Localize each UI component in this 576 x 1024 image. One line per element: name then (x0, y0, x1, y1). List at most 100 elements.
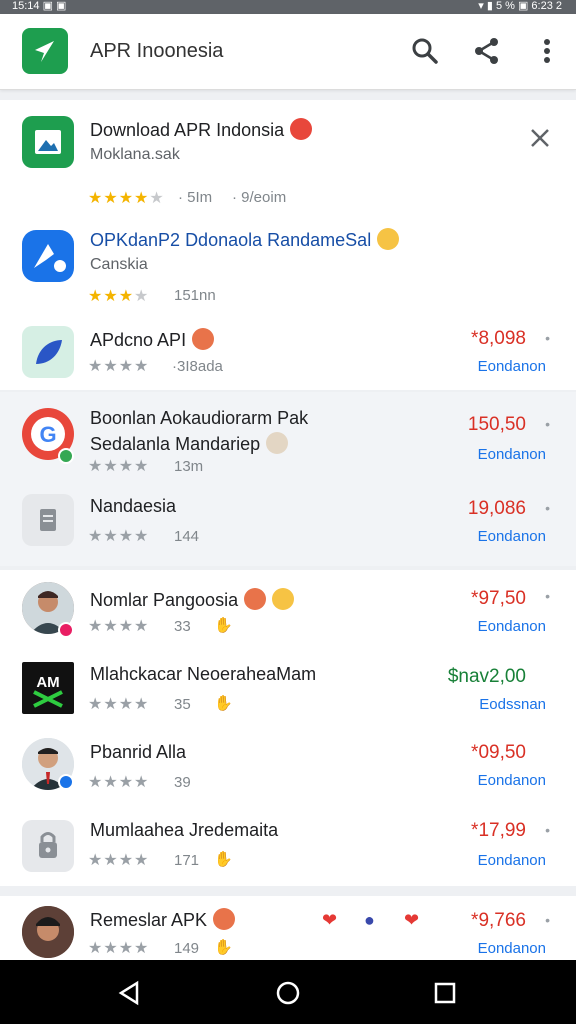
list-item[interactable]: Pbanrid Alla ★★★★ 39 *09,50 Eondanon (0, 730, 576, 810)
heart-check-icon[interactable]: ❤ (322, 910, 337, 931)
more-vert-icon (544, 39, 550, 63)
download-link[interactable]: Eondanon (478, 618, 546, 635)
app-developer: Moklana.sak (90, 146, 180, 163)
compass-arrow-icon (35, 41, 54, 62)
thumb-icon: ✋ (214, 939, 233, 956)
rating-stars: ★★★★ (88, 618, 150, 635)
menu-dot-icon[interactable]: • (545, 416, 550, 432)
app-name: Mumlaahea Jredemaita (90, 820, 279, 840)
dismiss-button[interactable] (528, 126, 552, 150)
download-link[interactable]: Eondanon (478, 852, 546, 869)
app-glyph-icon (34, 244, 66, 272)
list-item[interactable]: Nandaesia ★★★★ 144 19,086 • Eondanon (0, 482, 576, 566)
status-left: 15:14 ▣ ▣ (12, 0, 67, 12)
share-icon (475, 38, 498, 64)
rating-stars: ★★★★ (88, 852, 150, 869)
app-size: 33 (174, 618, 191, 635)
download-link[interactable]: Eondanon (478, 940, 546, 957)
app-size: 149 (174, 940, 200, 957)
back-button[interactable] (117, 980, 143, 1006)
app-icon (22, 116, 74, 168)
list-item[interactable]: Download APR Indonsia Moklana.sak ★★★★★ … (0, 100, 576, 210)
emoji-icon (377, 228, 400, 250)
app-icon (22, 494, 74, 546)
list-item[interactable]: Nomlar Pangoosia ★★★★ 33 ✋ *97,50 • Eond… (0, 570, 576, 650)
app-price: *09,50 (471, 742, 526, 763)
app-downloads: · 9/eoim (232, 189, 287, 206)
emoji-icon (244, 588, 267, 610)
download-link[interactable]: Eodssnan (479, 696, 546, 713)
thumb-icon: ✋ (214, 617, 233, 634)
app-price: 150,50 (467, 414, 526, 435)
download-link[interactable]: Eondanon (478, 772, 546, 789)
app-name: APdcno API (90, 328, 215, 351)
badge-icon (290, 118, 313, 140)
system-nav-bar (0, 960, 576, 1024)
list-item[interactable]: AM Mlahckacar NeoeraheaMam ★★★★ 35 ✋ $na… (0, 652, 576, 728)
download-link[interactable]: Eondanon (478, 528, 546, 545)
app-name: Pbanrid Alla (90, 742, 187, 762)
app-size: · 5Im (178, 189, 213, 206)
recents-button[interactable] (432, 980, 458, 1006)
app-size: 144 (174, 528, 200, 545)
app-price: *97,50 (471, 588, 526, 609)
more-options-button[interactable] (532, 36, 562, 66)
emoji-icon (192, 328, 215, 350)
verified-badge-icon (58, 448, 74, 464)
download-link[interactable]: Eondanon (478, 446, 546, 463)
lock-icon (39, 832, 57, 858)
list-item[interactable]: G Boonlan Aokaudiorarm Pak Sedalanla Man… (0, 392, 576, 478)
menu-dot-icon[interactable]: • (545, 588, 550, 604)
app-logo[interactable] (22, 28, 68, 74)
app-bar: APR Inoonesia (0, 14, 576, 90)
app-icon (22, 820, 74, 872)
app-size: ·3I8ada (172, 358, 223, 375)
app-price: *9,766 (471, 910, 526, 931)
download-link[interactable]: Eondanon (478, 358, 546, 375)
list-item[interactable]: Remeslar APK ★★★★ 149 ✋ ❤ ● ❤ *9,766 • E… (0, 896, 576, 960)
rating-stars: ★★★★ (88, 458, 150, 475)
app-developer: Canskia (90, 256, 148, 273)
app-size: 151nn (174, 287, 216, 304)
avatar (22, 906, 74, 958)
app-name: Nomlar Pangoosia (90, 588, 295, 611)
rating-stars: ★★★★★ (88, 190, 165, 207)
menu-dot-icon[interactable]: • (545, 330, 550, 346)
search-button[interactable] (410, 36, 440, 66)
app-developer: Sedalanla Mandariep (90, 432, 289, 455)
app-icon (22, 326, 74, 378)
results-card-middle: G Boonlan Aokaudiorarm Pak Sedalanla Man… (0, 392, 576, 566)
app-name: Download APR Indonsia (90, 118, 313, 141)
verified-badge-icon (58, 774, 74, 790)
app-icon: AM (22, 662, 74, 714)
back-triangle-icon (118, 980, 139, 1006)
home-button[interactable] (275, 980, 301, 1006)
menu-dot-icon[interactable]: • (545, 500, 550, 516)
tag-icon[interactable]: ● (364, 910, 375, 931)
app-price: *17,99 (471, 820, 526, 841)
app-name: Mlahckacar NeoeraheaMam (90, 664, 317, 684)
results-card-top: Download APR Indonsia Moklana.sak ★★★★★ … (0, 100, 576, 390)
list-item[interactable]: APdcno API ★★★★ ·3I8ada *8,098 • Eondano… (0, 320, 576, 390)
svg-text:G: G (39, 422, 56, 447)
logo-icon: AM (33, 674, 63, 708)
menu-dot-icon[interactable]: • (545, 822, 550, 838)
list-item[interactable]: Mumlaahea Jredemaita ★★★★ 171 ✋ *17,99 •… (0, 810, 576, 886)
app-name: OPKdanP2 Ddonaola RandameSal (90, 228, 400, 251)
app-size: 39 (174, 774, 191, 791)
home-circle-icon (276, 981, 300, 1005)
share-button[interactable] (472, 36, 502, 66)
person-avatar-icon (22, 906, 74, 958)
heart-icon[interactable]: ❤ (404, 910, 419, 931)
status-bar: 15:14 ▣ ▣ ▾ ▮ 5 % ▣ 6:23 2 (0, 0, 576, 14)
search-icon (412, 38, 438, 64)
app-icon (22, 230, 74, 282)
app-size: 13m (174, 458, 204, 475)
image-icon (35, 130, 61, 154)
app-price: 19,086 (467, 498, 526, 519)
menu-dot-icon[interactable]: • (545, 912, 550, 928)
status-right: ▾ ▮ 5 % ▣ 6:23 2 (478, 0, 562, 12)
app-name: Remeslar APK (90, 908, 236, 931)
thumb-icon: ✋ (214, 851, 233, 868)
leaf-icon (36, 340, 62, 364)
